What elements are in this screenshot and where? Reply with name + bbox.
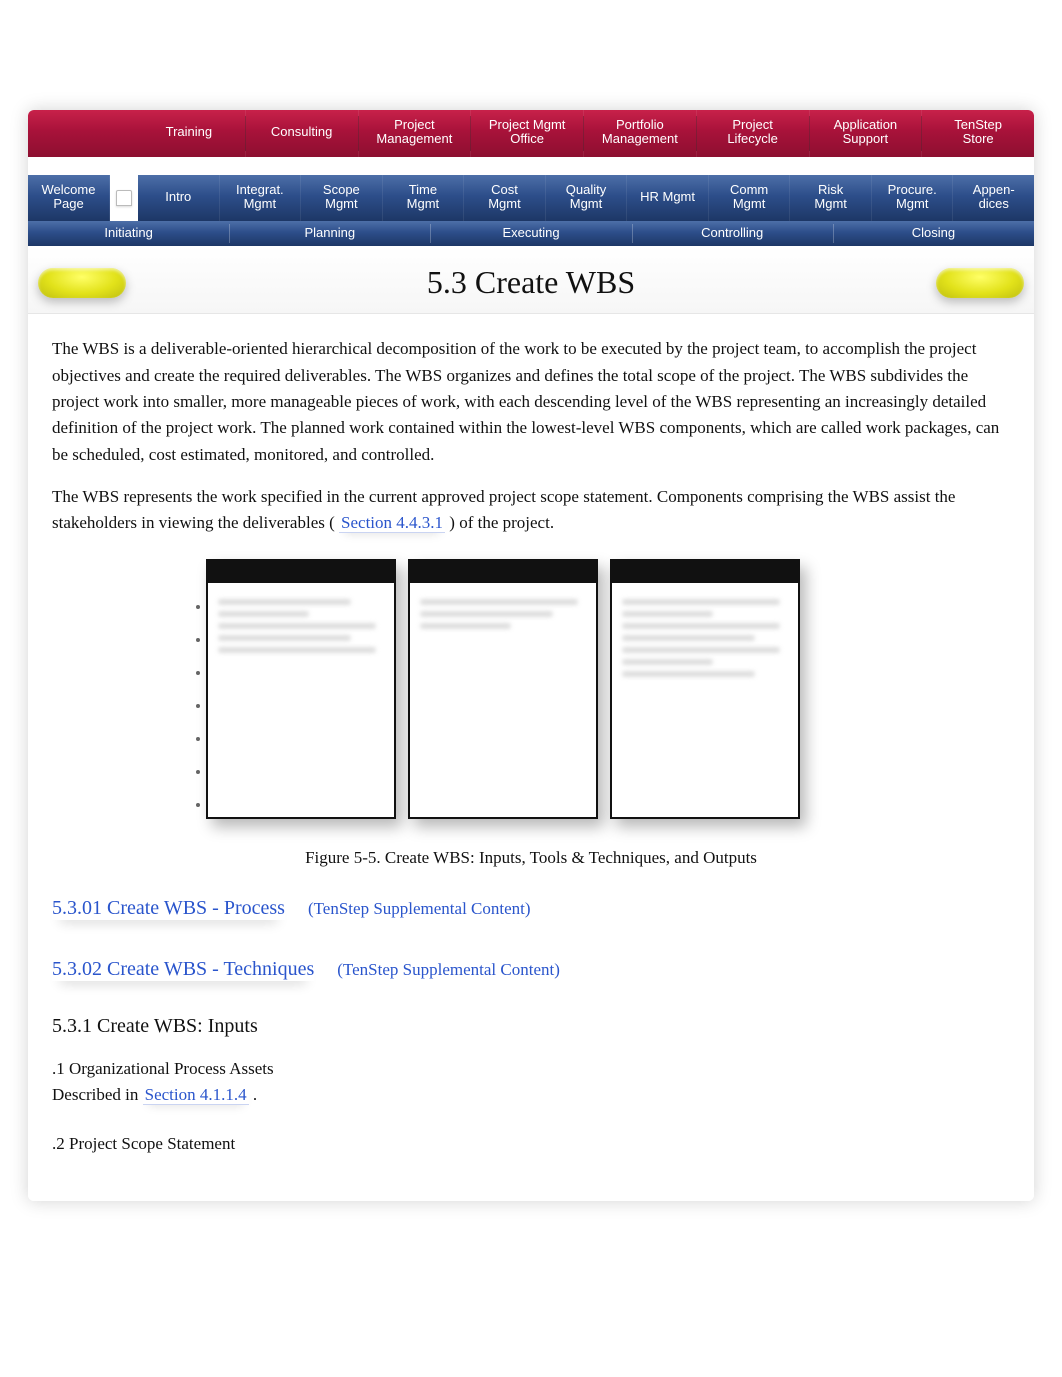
nav-mid: WelcomePage Intro Integrat.Mgmt ScopeMgm… — [28, 175, 1034, 222]
nav-mid-cost[interactable]: CostMgmt — [464, 175, 546, 222]
link-5-3-02-suffix[interactable]: (TenStep Supplemental Content) — [337, 960, 560, 979]
nav-top-tenstep-store[interactable]: TenStepStore — [922, 110, 1034, 157]
home-icon — [116, 190, 132, 206]
heading-5-3-1-inputs: 5.3.1 Create WBS: Inputs — [52, 1011, 1010, 1042]
nav-mid-intro[interactable]: Intro — [138, 175, 220, 222]
nav-top-pmo[interactable]: Project MgmtOffice — [471, 110, 584, 157]
nav-mid-scope[interactable]: ScopeMgmt — [301, 175, 383, 222]
input-item-1: .1 Organizational Process Assets Describ… — [52, 1056, 1010, 1109]
nav-top-portfolio-management[interactable]: PortfolioManagement — [584, 110, 697, 157]
link-5-3-02-techniques[interactable]: 5.3.02 Create WBS - Techniques — [52, 958, 314, 981]
next-pill-button[interactable] — [936, 268, 1024, 298]
nav-top-application-support[interactable]: ApplicationSupport — [810, 110, 923, 157]
supplemental-row-1: 5.3.01 Create WBS - Process (TenStep Sup… — [52, 893, 1010, 924]
nav-top: Training Consulting ProjectManagement Pr… — [28, 110, 1034, 157]
nav-mid-time[interactable]: TimeMgmt — [383, 175, 465, 222]
nav-mid-risk[interactable]: RiskMgmt — [790, 175, 872, 222]
supplemental-row-2: 5.3.02 Create WBS - Techniques (TenStep … — [52, 954, 1010, 985]
link-section-4-4-3-1[interactable]: Section 4.4.3.1 — [339, 513, 445, 533]
nav-mid-appendices[interactable]: Appen-dices — [953, 175, 1034, 222]
figure-panel-inputs — [206, 559, 396, 819]
intro-paragraph-2: The WBS represents the work specified in… — [52, 484, 1010, 537]
intro-p2-b: ) of the project. — [449, 513, 554, 532]
input-1-desc-a: Described in — [52, 1085, 143, 1104]
intro-paragraph-1: The WBS is a deliverable-oriented hierar… — [52, 336, 1010, 468]
nav-top-project-management[interactable]: ProjectManagement — [359, 110, 472, 157]
nav-phase-executing[interactable]: Executing — [430, 221, 631, 246]
nav-phase-closing[interactable]: Closing — [833, 221, 1034, 246]
figure-dots-left — [190, 605, 206, 807]
nav-top-consulting[interactable]: Consulting — [246, 110, 359, 157]
input-1-title: .1 Organizational Process Assets — [52, 1056, 1010, 1082]
input-1-desc: Described in Section 4.1.1.4 . — [52, 1082, 1010, 1108]
page-title: 5.3 Create WBS — [126, 264, 936, 301]
figure-panel-outputs — [610, 559, 800, 819]
link-section-4-1-1-4[interactable]: Section 4.1.1.4 — [143, 1085, 249, 1105]
nav-top-spacer — [28, 110, 133, 157]
nav-mid-quality[interactable]: QualityMgmt — [546, 175, 628, 222]
link-5-3-01-suffix[interactable]: (TenStep Supplemental Content) — [308, 899, 531, 918]
nav-mid-hr[interactable]: HR Mgmt — [627, 175, 709, 222]
nav-phase-controlling[interactable]: Controlling — [632, 221, 833, 246]
prev-pill-button[interactable] — [38, 268, 126, 298]
nav-phase: Initiating Planning Executing Controllin… — [28, 221, 1034, 246]
figure-caption: Figure 5-5. Create WBS: Inputs, Tools & … — [206, 845, 856, 871]
nav-mid-comm[interactable]: CommMgmt — [709, 175, 791, 222]
content-body: The WBS is a deliverable-oriented hierar… — [28, 314, 1034, 1201]
input-item-2: .2 Project Scope Statement — [52, 1131, 1010, 1157]
figure-panel-tools — [408, 559, 598, 819]
page-container: Training Consulting ProjectManagement Pr… — [28, 110, 1034, 1201]
figure-5-5: Figure 5-5. Create WBS: Inputs, Tools & … — [206, 553, 856, 871]
nav-mid-welcome[interactable]: WelcomePage — [28, 175, 110, 222]
nav-mid-integration[interactable]: Integrat.Mgmt — [220, 175, 302, 222]
input-2-title: .2 Project Scope Statement — [52, 1131, 1010, 1157]
nav-top-project-lifecycle[interactable]: ProjectLifecycle — [697, 110, 810, 157]
nav-mid-home[interactable] — [110, 175, 138, 222]
title-row: 5.3 Create WBS — [28, 246, 1034, 314]
link-5-3-01-process[interactable]: 5.3.01 Create WBS - Process — [52, 897, 285, 920]
nav-phase-planning[interactable]: Planning — [229, 221, 430, 246]
nav-mid-procure[interactable]: Procure.Mgmt — [872, 175, 954, 222]
nav-phase-initiating[interactable]: Initiating — [28, 221, 229, 246]
input-1-desc-b: . — [253, 1085, 257, 1104]
nav-top-training[interactable]: Training — [133, 110, 246, 157]
